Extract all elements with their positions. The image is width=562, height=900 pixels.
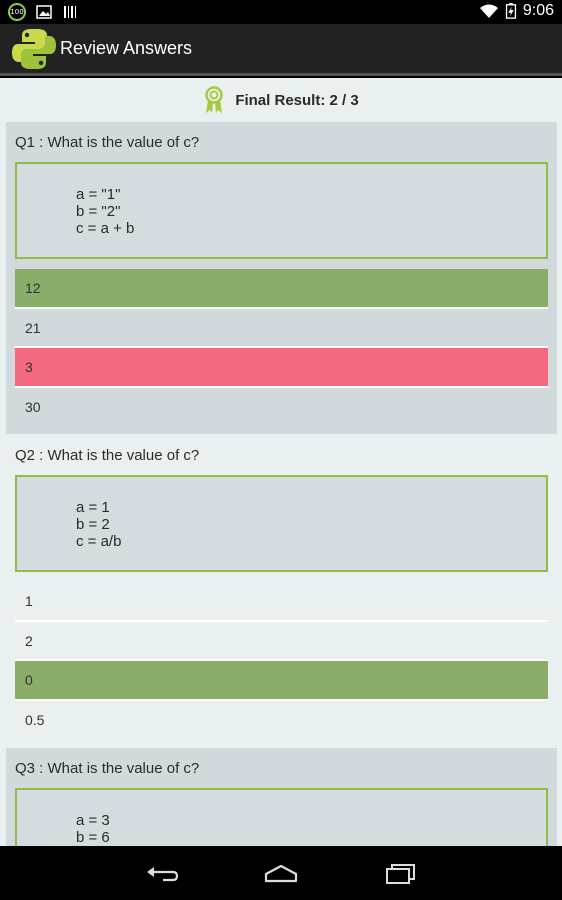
recent-apps-icon — [386, 864, 415, 884]
code-snippet-box: a = 3 b = 6 — [15, 788, 548, 846]
code-line: b = 2 — [76, 516, 110, 533]
code-line: c = a/b — [76, 533, 122, 550]
battery-percent-badge-icon: 100 — [8, 3, 26, 21]
code-line: a = 3 — [76, 812, 110, 829]
answer-option-correct[interactable]: 12 — [15, 269, 548, 307]
barcode-notification-icon — [64, 6, 76, 18]
python-logo-icon[interactable] — [10, 25, 58, 73]
final-result-row: Final Result: 2 / 3 — [0, 78, 562, 122]
answer-option[interactable]: 30 — [15, 388, 548, 426]
image-notification-icon — [36, 5, 52, 19]
question-title: Q1 : What is the value of c? — [15, 134, 200, 151]
answer-option-correct[interactable]: 0 — [15, 661, 548, 699]
question-card-1: Q1 : What is the value of c? a = "1" b =… — [6, 122, 557, 434]
code-line: a = 1 — [76, 499, 110, 516]
back-arrow-icon — [147, 867, 179, 882]
wifi-icon — [479, 4, 498, 18]
system-navigation-bar — [0, 846, 562, 900]
home-icon — [264, 864, 298, 883]
award-ribbon-icon — [205, 86, 224, 113]
code-snippet-box: a = "1" b = "2" c = a + b — [15, 162, 548, 259]
code-snippet-box: a = 1 b = 2 c = a/b — [15, 475, 548, 572]
question-card-2: Q2 : What is the value of c? a = 1 b = 2… — [6, 435, 557, 747]
review-answers-list[interactable]: Final Result: 2 / 3 Q1 : What is the val… — [0, 78, 562, 846]
answer-option[interactable]: 1 — [15, 582, 548, 620]
back-button[interactable] — [142, 860, 182, 888]
final-result-text: Final Result: 2 / 3 — [235, 91, 359, 109]
battery-charging-icon — [505, 3, 516, 19]
question-title: Q3 : What is the value of c? — [15, 760, 200, 777]
app-title: Review Answers — [60, 38, 193, 58]
recent-apps-button[interactable] — [380, 860, 420, 888]
question-title: Q2 : What is the value of c? — [15, 447, 200, 464]
code-line: c = a + b — [76, 220, 135, 237]
answer-option[interactable]: 21 — [15, 309, 548, 347]
code-line: a = "1" — [76, 186, 121, 203]
question-card-3: Q3 : What is the value of c? a = 3 b = 6 — [6, 748, 557, 846]
answer-option-wrong[interactable]: 3 — [15, 348, 548, 386]
code-line: b = "2" — [76, 203, 121, 220]
action-bar: Review Answers — [0, 24, 562, 76]
code-line: b = 6 — [76, 829, 110, 846]
status-bar: 100 9:06 — [0, 0, 562, 24]
home-button[interactable] — [261, 860, 301, 888]
clock: 9:06 — [522, 2, 554, 19]
answer-option[interactable]: 2 — [15, 622, 548, 660]
answer-option[interactable]: 0.5 — [15, 701, 548, 739]
